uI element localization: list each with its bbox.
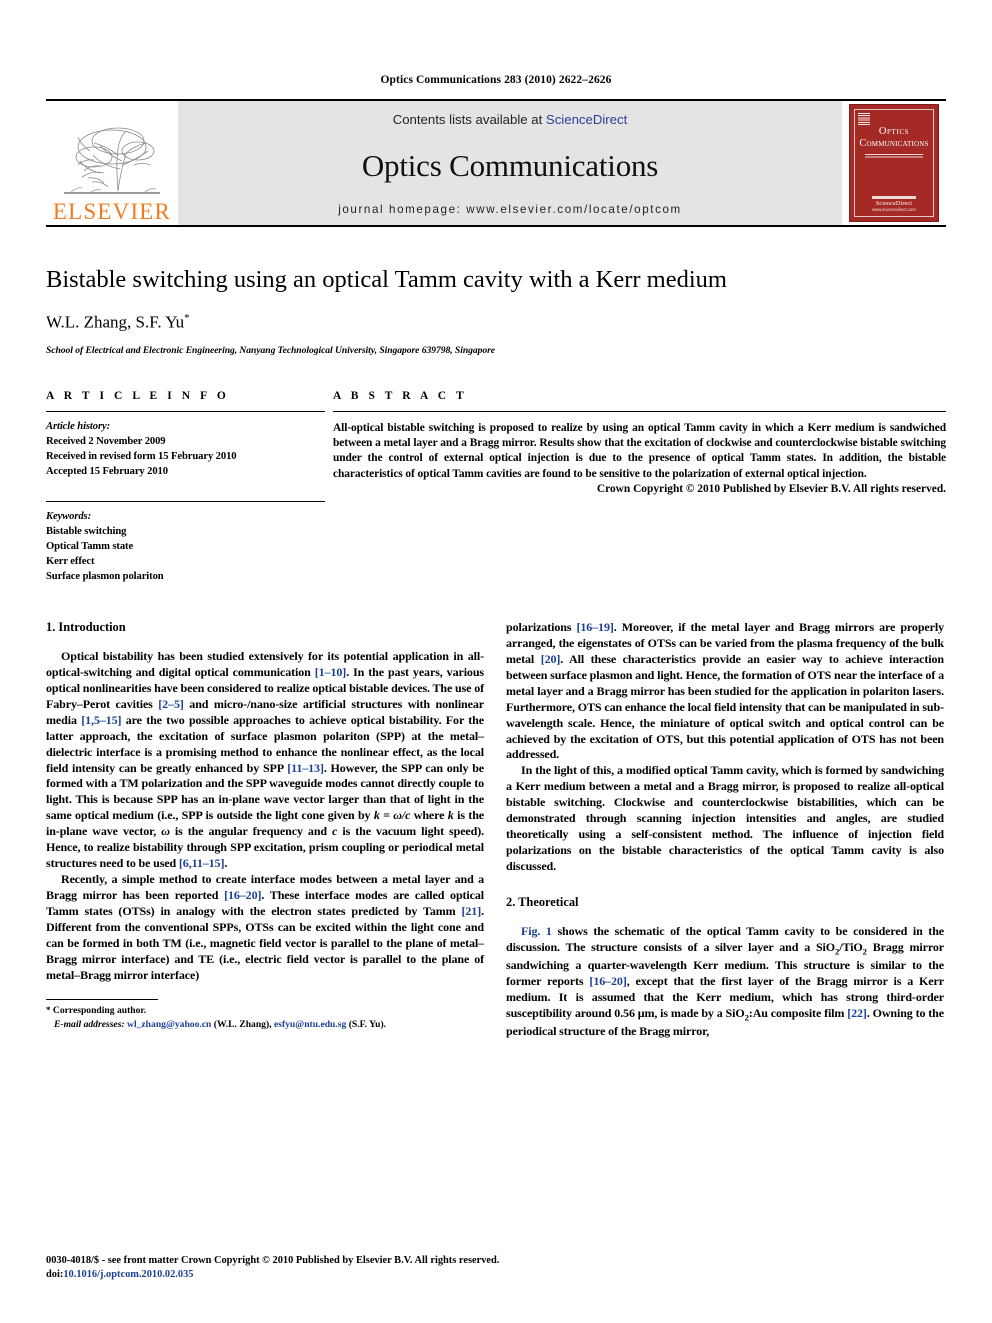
corresponding-author-marker: *	[184, 311, 190, 324]
text-run: /TiO	[839, 940, 863, 955]
title-block: Bistable switching using an optical Tamm…	[46, 266, 946, 356]
keywords-group: Keywords: Bistable switching Optical Tam…	[46, 502, 325, 584]
paragraph-right-2: In the light of this, a modified optical…	[506, 763, 944, 874]
elsevier-tree-icon	[64, 127, 160, 194]
text-run: . All these characteristics provide an e…	[506, 651, 944, 762]
citation-ref[interactable]: [16–20]	[589, 974, 626, 988]
doi-line: doi:10.1016/j.optcom.2010.02.035	[46, 1268, 946, 1283]
issn-copyright-line: 0030-4018/$ - see front matter Crown Cop…	[46, 1254, 500, 1266]
body-area: 1. Introduction Optical bistability has …	[46, 620, 946, 1040]
affiliation: School of Electrical and Electronic Engi…	[46, 344, 495, 356]
math-inline: ω	[161, 824, 170, 839]
figure-ref[interactable]: Fig. 1	[521, 924, 552, 938]
footnote-rule	[46, 998, 158, 1000]
citation-ref[interactable]: [1–10]	[315, 665, 347, 679]
email-label: E-mail addresses:	[54, 1018, 125, 1030]
keyword-item: Kerr effect	[46, 555, 95, 567]
citation-ref[interactable]: [6,11–15]	[179, 856, 225, 870]
email-owner: (S.F. Yu).	[346, 1018, 387, 1030]
cover-footer-bar	[872, 196, 916, 199]
footnote-text: Corresponding author.	[50, 1004, 147, 1016]
article-history-label: Article history:	[46, 420, 111, 432]
email-link-yu[interactable]: esfyu@ntu.edu.sg	[274, 1019, 346, 1030]
running-head: Optics Communications 283 (2010) 2622–26…	[380, 74, 612, 86]
paragraph-intro-2: Recently, a simple method to create inte…	[46, 872, 484, 984]
sciencedirect-link[interactable]: ScienceDirect	[546, 112, 627, 127]
journal-banner: Contents lists available at ScienceDirec…	[178, 101, 842, 225]
cover-barcode-mark	[858, 113, 870, 126]
citation-ref[interactable]: [16–20]	[224, 888, 261, 902]
text-run: is the angular frequency and	[169, 824, 333, 839]
text-run: :Au composite film	[748, 1005, 848, 1020]
citation-ref[interactable]: [20]	[541, 652, 561, 666]
doi-label: doi:	[46, 1269, 64, 1281]
journal-title: Optics Communications	[361, 147, 659, 183]
abstract-copyright: Crown Copyright © 2010 Published by Else…	[596, 482, 946, 495]
abstract-heading: A B S T R A C T	[333, 389, 468, 402]
section-heading-introduction: 1. Introduction	[46, 619, 126, 634]
article-title: Bistable switching using an optical Tamm…	[46, 266, 727, 293]
text-run: where	[410, 808, 448, 823]
history-item: Received in revised form 15 February 201…	[46, 450, 237, 462]
citation-ref[interactable]: [11–13]	[287, 761, 324, 775]
info-abstract-area: A R T I C L E I N F O Article history: R…	[46, 390, 946, 584]
math-inline: k = ω/c	[373, 808, 411, 823]
abstract-text: All-optical bistable switching is propos…	[333, 421, 946, 480]
cover-footer: ScienceDirect www.sciencedirect.com	[850, 196, 938, 212]
footnote-corresponding: * Corresponding author.	[46, 1004, 484, 1018]
text-run: .	[224, 856, 228, 871]
contents-prefix: Contents lists available at	[392, 112, 543, 127]
body-column-right: polarizations [16–19]. Moreover, if the …	[506, 620, 944, 1040]
doi-link[interactable]: 10.1016/j.optcom.2010.02.035	[63, 1269, 193, 1280]
contents-available-line: Contents lists available at ScienceDirec…	[393, 112, 628, 127]
article-info-column: A R T I C L E I N F O Article history: R…	[46, 390, 325, 584]
journal-header-banner: ELSEVIER Contents lists available at Sci…	[46, 99, 946, 227]
section-heading-theoretical: 2. Theoretical	[506, 895, 579, 910]
citation-ref[interactable]: [16–19]	[576, 620, 613, 634]
article-history-group: Article history: Received 2 November 200…	[46, 412, 325, 479]
footnote-block: * Corresponding author. E-mail addresses…	[46, 998, 484, 1032]
page-footer: 0030-4018/$ - see front matter Crown Cop…	[46, 1254, 946, 1283]
citation-ref[interactable]: [1,5–15]	[81, 713, 121, 727]
author-names: W.L. Zhang, S.F. Yu	[46, 312, 185, 332]
paragraph-theoretical-1: Fig. 1 shows the schematic of the optica…	[506, 924, 944, 1040]
article-info-heading: A R T I C L E I N F O	[46, 389, 230, 402]
paragraph-right-1: polarizations [16–19]. Moreover, if the …	[506, 620, 944, 764]
journal-cover-thumbnail: Optics Communications ScienceDirect www.…	[842, 101, 946, 225]
cover-image: Optics Communications ScienceDirect www.…	[849, 104, 939, 222]
elsevier-wordmark: ELSEVIER	[52, 199, 172, 224]
elsevier-logo: ELSEVIER	[46, 101, 178, 225]
history-item: Accepted 15 February 2010	[46, 465, 168, 477]
abstract-column: A B S T R A C T All-optical bistable swi…	[325, 390, 946, 495]
keywords-label: Keywords:	[46, 510, 92, 522]
keyword-item: Bistable switching	[46, 525, 127, 537]
citation-ref[interactable]: [22]	[847, 1006, 867, 1020]
history-item: Received 2 November 2009	[46, 435, 166, 447]
paragraph-intro-1: Optical bistability has been studied ext…	[46, 649, 484, 872]
keyword-item: Optical Tamm state	[46, 540, 134, 552]
keywords-block: Keywords: Bistable switching Optical Tam…	[46, 500, 325, 584]
text-run: polarizations	[506, 619, 577, 634]
journal-article-page: Optics Communications 283 (2010) 2622–26…	[0, 0, 992, 1323]
keyword-item: Surface plasmon polariton	[46, 570, 164, 582]
citation-ref[interactable]: [21]	[462, 904, 482, 918]
email-owner: (W.L. Zhang),	[211, 1018, 274, 1030]
body-column-left: 1. Introduction Optical bistability has …	[46, 620, 484, 1040]
cover-url: www.sciencedirect.com	[872, 207, 916, 212]
author-list: W.L. Zhang, S.F. Yu*	[46, 312, 946, 333]
footnote-emails: E-mail addresses: wl_zhang@yahoo.cn (W.L…	[46, 1018, 484, 1032]
citation-ref[interactable]: [2–5]	[158, 697, 184, 711]
journal-homepage-link[interactable]: journal homepage: www.elsevier.com/locat…	[338, 203, 682, 216]
email-link-zhang[interactable]: wl_zhang@yahoo.cn	[127, 1019, 211, 1030]
